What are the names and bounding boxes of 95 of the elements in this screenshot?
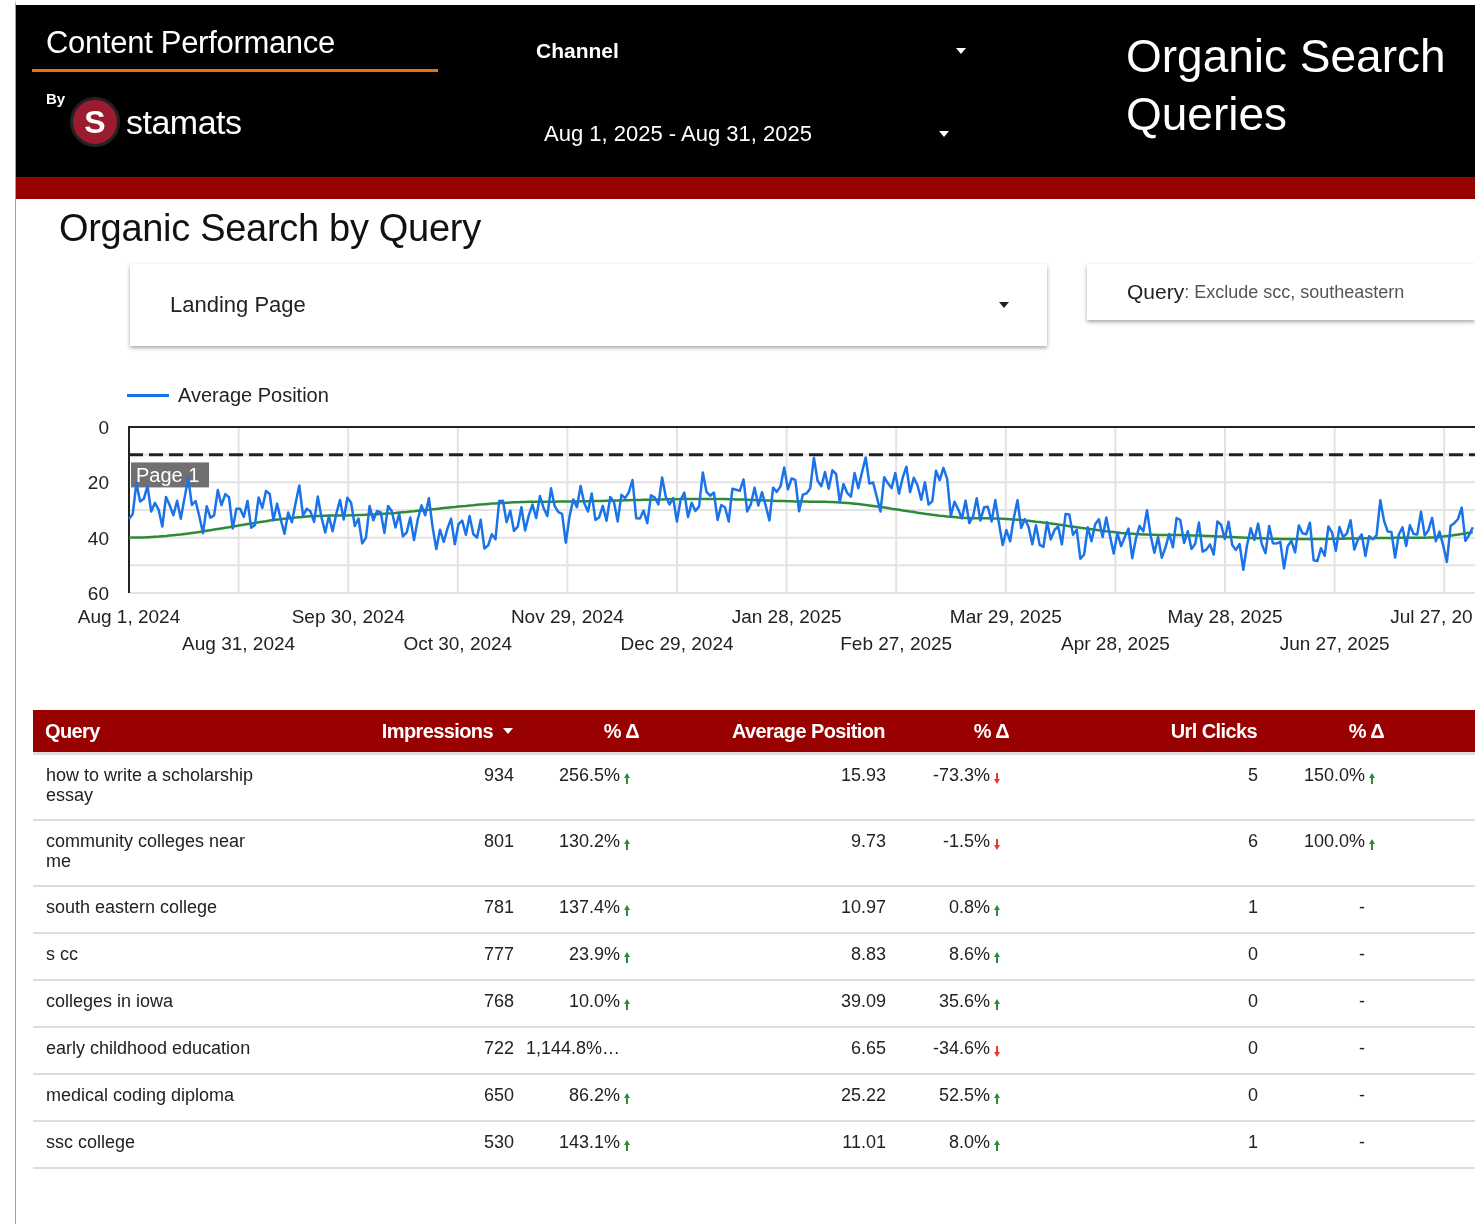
value-cell: 8.83 (850, 944, 886, 965)
value-cell: 768 (483, 991, 514, 1012)
change-cell: 23.9% (568, 944, 620, 965)
caret-icon (939, 131, 949, 137)
value-cell: 801 (483, 831, 514, 852)
change-cell: - (1359, 1085, 1365, 1106)
column-header[interactable]: % Δ (1265, 719, 1386, 743)
change-cell: 137.4% (558, 897, 620, 918)
column-header[interactable]: % Δ (521, 719, 641, 743)
value-cell: 6 (1248, 831, 1258, 852)
query-cell: south eastern college (46, 897, 218, 917)
value-cell: 1 (1248, 897, 1258, 918)
report-title: Organic Search Queries (1126, 29, 1447, 142)
x-axis-label: Jan 28, 2025 (731, 606, 842, 627)
legend-label: Average Position (178, 384, 329, 407)
x-axis-label: Mar 29, 2025 (949, 606, 1062, 627)
value-cell: 777 (483, 944, 514, 965)
caret-icon (956, 48, 966, 54)
change-cell: 8.0% (948, 1132, 990, 1153)
change-cell: -73.3% (932, 765, 990, 786)
x-axis-label: Aug 31, 2024 (182, 633, 296, 654)
landing-page-dropdown[interactable]: Landing Page (130, 264, 1047, 346)
change-cell: 130.2% (558, 831, 620, 852)
query-cell-text: community colleges near me (46, 831, 247, 871)
logo-mark: S (70, 97, 120, 147)
change-cell: 100.0% (1303, 831, 1365, 852)
by-label: By (46, 90, 66, 107)
band-label: Page 1 (131, 462, 209, 488)
y-axis-label: 60 (87, 583, 109, 604)
change-cell: 52.5% (938, 1085, 990, 1106)
x-axis-label: Oct 30, 2024 (403, 633, 513, 654)
y-axis-label: 20 (87, 472, 109, 494)
value-cell: 9.73 (850, 831, 886, 852)
query-cell-text: how to write a scholarship essay (46, 765, 255, 805)
x-axis-label: May 28, 2025 (1167, 606, 1283, 627)
change-cell: -34.6% (932, 1038, 990, 1059)
x-axis-label: Aug 1, 2024 (77, 606, 181, 627)
value-cell: 934 (483, 765, 514, 786)
section-title: Organic Search by Query (59, 207, 481, 250)
value-cell: 39.09 (840, 991, 886, 1012)
x-axis-label: Feb 27, 2025 (840, 633, 953, 654)
value-cell: 0 (1248, 944, 1258, 965)
query-cell: colleges in iowa (46, 991, 174, 1011)
x-axis-label: Jul 27, 20 (1390, 606, 1473, 627)
value-cell: 650 (483, 1085, 514, 1106)
change-cell: 0.8% (948, 897, 990, 918)
change-cell: - (1359, 1038, 1365, 1059)
channel-dropdown[interactable]: Channel (536, 35, 966, 67)
x-axis-label: Nov 29, 2024 (510, 606, 624, 627)
value-cell: 1 (1248, 1132, 1258, 1153)
column-header[interactable]: Query (33, 719, 291, 743)
value-cell: 781 (483, 897, 514, 918)
value-cell: 6.65 (850, 1038, 886, 1059)
value-cell: 530 (483, 1132, 514, 1153)
change-cell: - (1359, 1132, 1365, 1153)
change-cell: 1,144.8%… (525, 1038, 620, 1059)
date-range-dropdown[interactable]: Aug 1, 2025 - Aug 31, 2025 (544, 117, 949, 151)
column-header[interactable]: Url Clicks (1011, 719, 1265, 743)
value-cell: 0 (1248, 991, 1258, 1012)
change-cell: 143.1% (558, 1132, 620, 1153)
x-axis-label: Jun 27, 2025 (1279, 633, 1390, 654)
caret-icon (999, 302, 1009, 308)
value-cell: 0 (1248, 1038, 1258, 1059)
value-cell: 25.22 (840, 1085, 886, 1106)
x-axis-label: Sep 30, 2024 (291, 606, 405, 627)
y-axis-label: 40 (87, 527, 109, 549)
value-cell: 722 (483, 1038, 514, 1059)
change-cell: - (1359, 944, 1365, 965)
change-cell: - (1359, 897, 1365, 918)
query-filter-chip[interactable]: Query: Exclude scc, southeastern (1087, 264, 1475, 320)
query-cell: s cc (46, 944, 78, 964)
column-header[interactable]: Impressions (291, 719, 521, 743)
change-cell: 86.2% (568, 1085, 620, 1106)
value-cell: 10.97 (840, 897, 886, 918)
column-header[interactable]: Average Position (641, 719, 893, 743)
logo-text: stamats (126, 102, 242, 142)
query-cell: early childhood education (46, 1038, 251, 1058)
x-axis-label: Apr 28, 2025 (1061, 633, 1170, 654)
change-cell: -1.5% (942, 831, 990, 852)
change-cell: 150.0% (1303, 765, 1365, 786)
x-axis-label: Dec 29, 2024 (620, 633, 734, 654)
value-cell: 0 (1248, 1085, 1258, 1106)
column-header[interactable]: % Δ (893, 719, 1011, 743)
change-cell: 35.6% (938, 991, 990, 1012)
y-axis-label: 0 (98, 417, 109, 438)
value-cell: 5 (1248, 765, 1258, 786)
change-cell: 10.0% (568, 991, 620, 1012)
query-cell: ssc college (46, 1132, 136, 1152)
change-cell: 256.5% (558, 765, 620, 786)
dashboard-title: Content Performance (32, 25, 438, 72)
value-cell: 15.93 (840, 765, 886, 786)
change-cell: 8.6% (948, 944, 990, 965)
query-cell: medical coding diploma (46, 1085, 235, 1105)
value-cell: 11.01 (842, 1132, 886, 1153)
change-cell: - (1359, 991, 1365, 1012)
